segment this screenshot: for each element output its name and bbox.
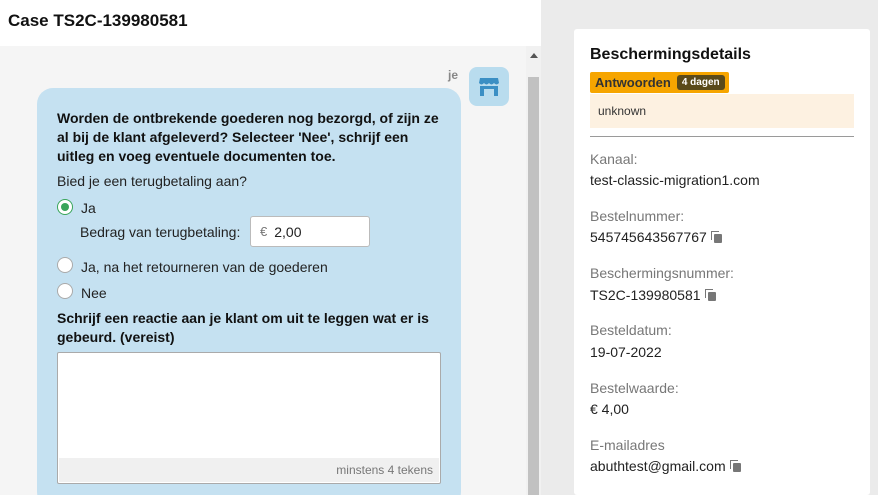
avatar — [469, 67, 509, 106]
protection-number-label: Beschermingsnummer: — [590, 265, 734, 281]
question-text: Worden de ontbrekende goederen nog bezor… — [57, 110, 439, 164]
refund-amount-value[interactable]: 2,00 — [274, 224, 301, 240]
email-label: E-mailadres — [590, 437, 665, 453]
radio-ja-na-retour-label[interactable]: Ja, na het retourneren van de goederen — [81, 259, 328, 275]
order-date-value: 19-07-2022 — [590, 344, 662, 360]
reply-prompt: Schrijf een reactie aan je klant om uit … — [57, 310, 429, 345]
radio-nee-label[interactable]: Nee — [81, 285, 107, 301]
radio-ja[interactable] — [57, 199, 73, 215]
details-title: Beschermingsdetails — [590, 46, 751, 63]
status-label: Antwoorden — [595, 75, 671, 90]
protection-number-value: TS2C-139980581 — [590, 287, 717, 303]
order-number-label: Bestelnummer: — [590, 208, 685, 224]
chat-scrollbar[interactable] — [526, 46, 541, 495]
email-value: abuthtest@gmail.com — [590, 458, 742, 474]
order-date-label: Besteldatum: — [590, 322, 672, 338]
radio-ja-na-retour[interactable] — [57, 257, 73, 273]
radio-nee[interactable] — [57, 283, 73, 299]
copy-icon[interactable] — [710, 231, 723, 243]
amount-label: Bedrag van terugbetaling: — [80, 224, 241, 240]
order-value-label: Bestelwaarde: — [590, 380, 679, 396]
radio-ja-label[interactable]: Ja — [81, 200, 96, 216]
store-icon — [479, 77, 499, 96]
currency-symbol: € — [260, 224, 268, 239]
channel-label: Kanaal: — [590, 151, 638, 167]
page-title: Case TS2C-139980581 — [8, 11, 188, 30]
copy-icon[interactable] — [704, 289, 717, 301]
reply-footer: minstens 4 tekens — [59, 458, 439, 482]
scroll-thumb[interactable] — [528, 77, 539, 495]
copy-icon[interactable] — [729, 460, 742, 472]
channel-value: test-classic-migration1.com — [590, 172, 760, 188]
refund-question: Bied je een terugbetaling aan? — [57, 173, 247, 189]
sender-label: je — [448, 68, 459, 82]
days-remaining-badge: 4 dagen — [676, 75, 725, 90]
scroll-up-arrow[interactable] — [526, 48, 541, 62]
reply-hint: minstens 4 tekens — [336, 463, 433, 477]
order-number-value: 545745643567767 — [590, 229, 723, 245]
reply-textarea[interactable]: minstens 4 tekens — [57, 352, 441, 484]
status-badge: Antwoorden 4 dagen — [590, 72, 729, 93]
status-note: unknown — [590, 94, 854, 128]
divider — [590, 136, 854, 137]
order-value-value: € 4,00 — [590, 401, 629, 417]
refund-amount-input[interactable]: € 2,00 — [250, 216, 370, 247]
